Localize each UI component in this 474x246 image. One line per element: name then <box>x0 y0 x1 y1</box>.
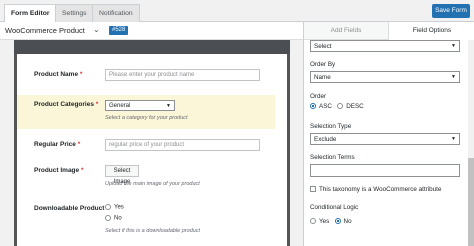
field-label: Product Image * <box>34 167 84 174</box>
radio-yes[interactable]: Yes <box>310 218 329 225</box>
tab-notification[interactable]: Notification <box>92 4 140 22</box>
conditional-logic-radio-group: Yes No <box>310 218 352 225</box>
form-id-badge[interactable]: #528 <box>109 26 129 35</box>
help-text: Upload the main image of your product <box>105 181 200 187</box>
order-radio-group: ASC DESC <box>310 103 364 110</box>
order-label: Order <box>310 93 327 100</box>
top-tab-bar: Form Editor Settings Notification Save F… <box>0 0 474 23</box>
radio-yes[interactable]: Yes <box>105 204 124 211</box>
field-label: Product Name * <box>34 71 83 78</box>
canvas-top-strip <box>14 40 290 54</box>
radio-icon[interactable] <box>310 218 316 225</box>
radio-no[interactable]: No <box>105 215 122 222</box>
form-title[interactable]: WooCommerce Product <box>5 26 85 35</box>
help-text: Select if this is a downloadable product <box>105 228 201 234</box>
order-by-label: Order By <box>310 61 336 68</box>
radio-no[interactable]: No <box>334 218 352 225</box>
field-label: Downloadable Product * <box>34 205 109 212</box>
radio-icon[interactable] <box>105 215 111 221</box>
field-product-categories[interactable]: Product Categories * General ▼ Select a c… <box>17 95 275 129</box>
dropdown-arrow-icon: ▼ <box>451 43 456 49</box>
selection-terms-input[interactable] <box>310 164 460 177</box>
select-image-button[interactable]: Select Image <box>105 165 139 185</box>
dropdown-arrow-icon: ▼ <box>451 74 456 80</box>
woocommerce-attribute-checkbox[interactable]: This taxonomy is a WooCommerce attribute <box>310 186 441 193</box>
sidebar-scrollbar[interactable] <box>468 40 474 246</box>
order-by-select[interactable]: Name ▼ <box>310 71 460 83</box>
conditional-logic-label: Conditional Logic <box>310 204 359 211</box>
form-header: WooCommerce Product ⌄ #528 <box>0 22 303 40</box>
radio-asc[interactable]: ASC <box>310 103 332 110</box>
tab-field-options[interactable]: Field Options <box>388 22 474 40</box>
radio-checked-icon[interactable] <box>334 218 341 225</box>
selection-type-select[interactable]: Exclude ▼ <box>310 133 460 145</box>
form-canvas: Product Name * Please enter your product… <box>0 40 303 246</box>
dropdown-arrow-icon: ▼ <box>451 136 456 142</box>
product-categories-select[interactable]: General ▼ <box>105 100 175 111</box>
radio-checked-icon[interactable] <box>310 103 316 110</box>
product-name-input[interactable]: Please enter your product name <box>105 69 260 81</box>
selection-terms-label: Selection Terms <box>310 154 355 161</box>
regular-price-input[interactable]: regular price of your product <box>105 139 260 151</box>
help-text: Select a category for your product <box>105 115 188 121</box>
field-label: Product Categories * <box>34 101 99 108</box>
tab-add-fields[interactable]: Add Fields <box>304 22 388 40</box>
save-form-button[interactable]: Save Form <box>432 4 470 18</box>
field-label: Regular Price * <box>34 141 81 148</box>
field-options-sidebar: Add Fields Field Options Select ▼ Order B… <box>303 22 474 246</box>
scrollbar-thumb[interactable] <box>468 158 474 246</box>
tab-settings[interactable]: Settings <box>55 4 94 22</box>
form-preview: Product Name * Please enter your product… <box>14 54 290 246</box>
taxonomy-select[interactable]: Select ▼ <box>310 40 460 52</box>
chevron-down-icon[interactable]: ⌄ <box>93 25 100 34</box>
selection-type-label: Selection Type <box>310 123 352 130</box>
radio-desc[interactable]: DESC <box>337 103 364 110</box>
checkbox-icon[interactable] <box>310 186 316 193</box>
tab-form-editor[interactable]: Form Editor <box>4 4 57 23</box>
radio-icon[interactable] <box>337 103 344 110</box>
radio-icon[interactable] <box>105 204 111 210</box>
dropdown-arrow-icon: ▼ <box>166 103 171 109</box>
